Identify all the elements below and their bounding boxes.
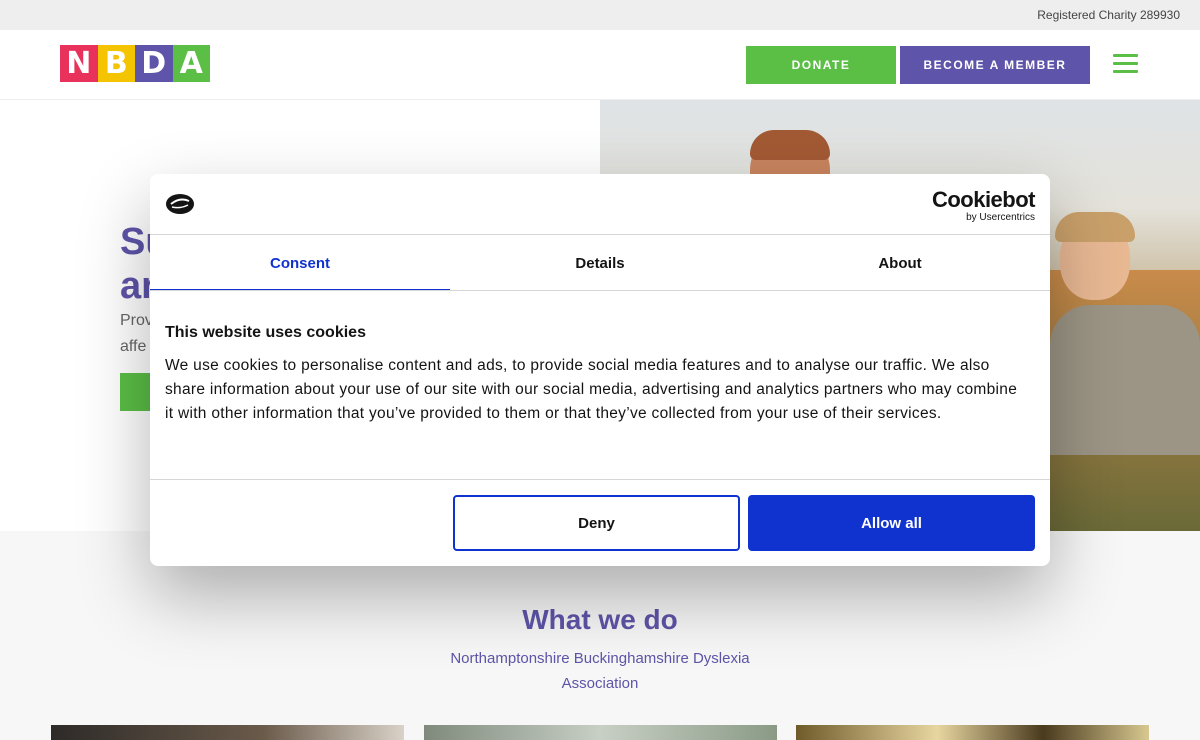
- divider: [150, 290, 1050, 291]
- become-member-button[interactable]: BECOME A MEMBER: [900, 46, 1090, 84]
- deny-button[interactable]: Deny: [453, 495, 740, 551]
- adult-hair: [750, 130, 830, 160]
- site-header: N B D A DONATE BECOME A MEMBER: [0, 30, 1200, 100]
- nbda-logo[interactable]: N B D A: [60, 45, 210, 82]
- cookie-heading: This website uses cookies: [165, 324, 366, 341]
- hamburger-menu-icon[interactable]: [1113, 54, 1138, 74]
- donate-button[interactable]: DONATE: [746, 46, 896, 84]
- what-we-do-subtitle: Northamptonshire Buckinghamshire Dyslexi…: [450, 650, 750, 692]
- cookie-description: We use cookies to personalise content an…: [165, 357, 1018, 422]
- what-we-do-heading: What we do: [522, 604, 678, 635]
- logo-letter-b: B: [97, 45, 135, 82]
- cookie-consent-dialog: Cookiebot by Usercentrics Consent Detail…: [150, 174, 1050, 566]
- allow-all-button[interactable]: Allow all: [748, 495, 1035, 551]
- tab-details[interactable]: Details: [450, 235, 750, 291]
- child-shirt: [1050, 305, 1200, 455]
- service-card-image[interactable]: [424, 725, 777, 740]
- service-card-image[interactable]: [51, 725, 404, 740]
- top-bar: Registered Charity 289930: [0, 0, 1200, 30]
- logo-letter-d: D: [135, 45, 173, 82]
- tab-consent[interactable]: Consent: [150, 235, 450, 291]
- logo-letter-a: A: [172, 45, 210, 82]
- cookie-tabs: Consent Details About: [150, 235, 1050, 291]
- tab-about[interactable]: About: [750, 235, 1050, 291]
- cookiebot-logo[interactable]: Cookiebot by Usercentrics: [932, 188, 1036, 224]
- service-card-image[interactable]: [796, 725, 1149, 740]
- logo-letter-n: N: [60, 45, 98, 82]
- divider: [150, 479, 1050, 480]
- charity-number: Registered Charity 289930: [1037, 8, 1180, 22]
- child-hair: [1055, 212, 1135, 242]
- cookie-icon: [166, 194, 194, 214]
